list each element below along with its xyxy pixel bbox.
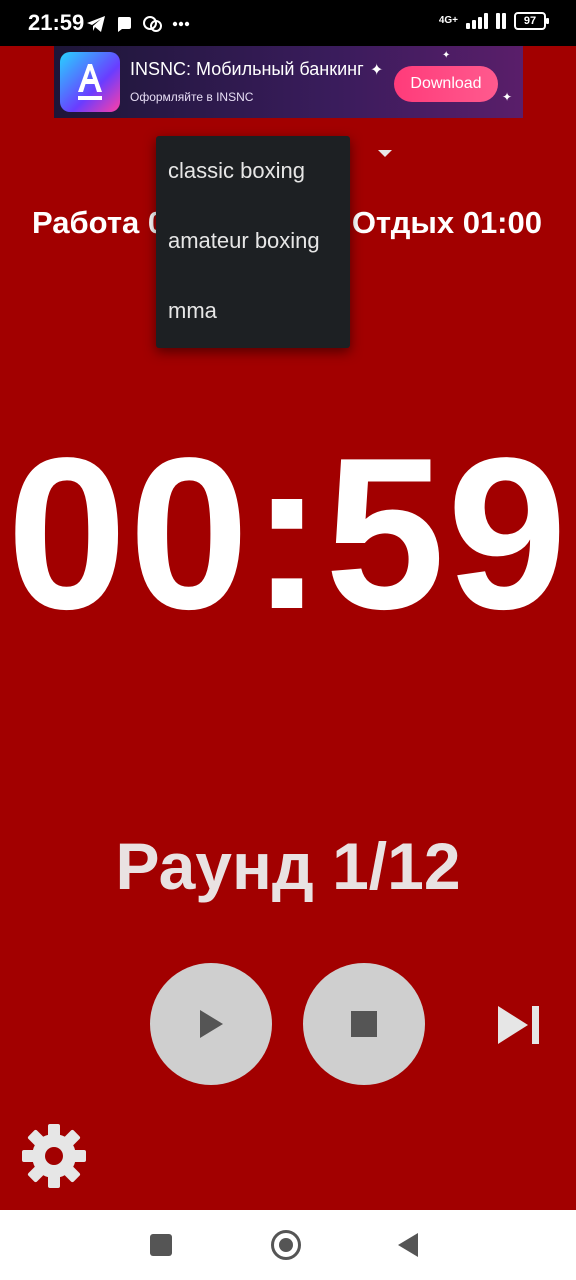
notification-icon bbox=[118, 17, 131, 32]
round-counter: Раунд 1/12 bbox=[115, 829, 461, 903]
ad-title: INSNC: Мобильный банкинг bbox=[130, 59, 364, 79]
stop-icon bbox=[351, 1011, 377, 1037]
menu-item-mma[interactable]: mma bbox=[156, 276, 350, 346]
menu-item-amateur-boxing[interactable]: amateur boxing bbox=[156, 206, 350, 276]
settings-button[interactable] bbox=[20, 1122, 88, 1190]
countdown-timer: 00:59 bbox=[6, 412, 570, 654]
sparkle-icon-3: ✦ bbox=[442, 50, 451, 61]
sparkle-icon-2: ✦ bbox=[502, 90, 513, 104]
play-button[interactable] bbox=[150, 963, 272, 1085]
menu-item-classic-boxing[interactable]: classic boxing bbox=[156, 136, 350, 206]
signal-icon bbox=[466, 13, 488, 29]
play-icon bbox=[200, 1010, 223, 1038]
chat-icon bbox=[143, 16, 162, 32]
ad-download-button[interactable]: Download bbox=[394, 66, 498, 102]
settings-gear-icon bbox=[22, 1124, 86, 1188]
back-icon[interactable] bbox=[398, 1233, 418, 1257]
status-bar: 21:59 4G+ 97 bbox=[0, 0, 576, 46]
stop-button[interactable] bbox=[303, 963, 425, 1085]
skip-next-button[interactable] bbox=[496, 1004, 542, 1046]
mode-dropdown-arrow-icon[interactable] bbox=[378, 150, 392, 157]
skip-next-icon bbox=[498, 1006, 539, 1044]
recent-apps-icon[interactable] bbox=[150, 1234, 172, 1256]
battery-level: 97 bbox=[523, 15, 537, 27]
status-time: 21:59 bbox=[28, 10, 85, 35]
ad-banner[interactable]: INSNC: Мобильный банкинг ✦ Оформляйте в … bbox=[54, 46, 523, 118]
battery-icon: 97 bbox=[514, 12, 549, 30]
ad-logo-icon bbox=[60, 52, 120, 112]
sparkle-icon: ✦ bbox=[370, 62, 384, 79]
work-duration-label: Работа 0 bbox=[32, 205, 166, 240]
signal-icon-2 bbox=[496, 13, 506, 29]
more-dots-icon bbox=[172, 21, 190, 27]
status-system-icons: 4G+ 97 bbox=[438, 12, 549, 30]
rest-duration-label: Отдых 01:00 bbox=[351, 205, 542, 240]
network-type: 4G+ bbox=[438, 15, 458, 26]
system-navigation-bar bbox=[0, 1210, 576, 1280]
ad-subtitle: Оформляйте в INSNC bbox=[130, 90, 254, 104]
mode-dropdown-menu: classic boxing amateur boxing mma bbox=[156, 136, 350, 348]
status-notification-icons bbox=[86, 15, 190, 33]
home-icon[interactable] bbox=[271, 1230, 301, 1260]
telegram-icon bbox=[87, 16, 105, 32]
